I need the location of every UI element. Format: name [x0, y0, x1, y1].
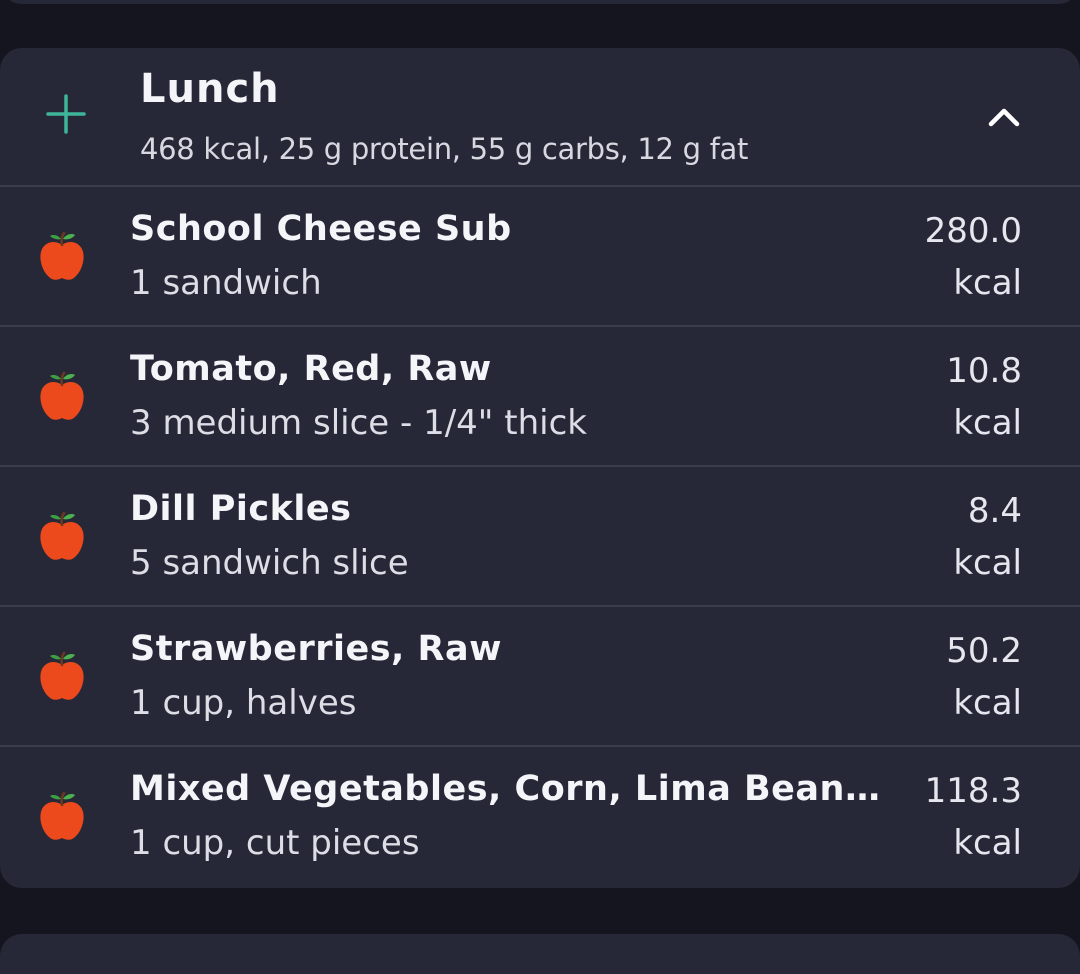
apple-icon — [40, 231, 84, 280]
food-name: School Cheese Sub — [130, 209, 512, 249]
food-serving: 5 sandwich slice — [130, 543, 409, 583]
food-name: Tomato, Red, Raw — [130, 349, 492, 389]
food-name: Dill Pickles — [130, 489, 352, 529]
food-item-row[interactable]: School Cheese Sub 1 sandwich 280.0 kcal — [0, 187, 1080, 327]
apple-icon — [40, 791, 84, 840]
food-name: Mixed Vegetables, Corn, Lima Beans, … — [130, 769, 900, 809]
meal-nutrition-summary: 468 kcal, 25 g protein, 55 g carbs, 12 g… — [140, 132, 749, 166]
meal-header[interactable]: Lunch 468 kcal, 25 g protein, 55 g carbs… — [0, 48, 1080, 187]
food-calorie-unit: kcal — [953, 683, 1022, 723]
food-serving: 1 cup, halves — [130, 683, 357, 723]
chevron-up-icon[interactable] — [984, 102, 1024, 132]
food-item-row[interactable]: Mixed Vegetables, Corn, Lima Beans, … 1 … — [0, 747, 1080, 887]
apple-icon — [40, 511, 84, 560]
apple-icon — [40, 651, 84, 700]
food-calories: 280.0 — [924, 211, 1022, 251]
previous-meal-card — [0, 0, 1080, 4]
next-meal-card — [0, 934, 1080, 974]
food-item-row[interactable]: Dill Pickles 5 sandwich slice 8.4 kcal — [0, 467, 1080, 607]
food-serving: 1 sandwich — [130, 263, 322, 303]
food-calorie-unit: kcal — [953, 263, 1022, 303]
food-calories: 118.3 — [924, 771, 1022, 811]
food-calories: 8.4 — [967, 491, 1022, 531]
apple-icon — [40, 371, 84, 420]
food-item-row[interactable]: Tomato, Red, Raw 3 medium slice - 1/4" t… — [0, 327, 1080, 467]
food-calorie-unit: kcal — [953, 403, 1022, 443]
food-serving: 3 medium slice - 1/4" thick — [130, 403, 587, 443]
food-item-row[interactable]: Strawberries, Raw 1 cup, halves 50.2 kca… — [0, 607, 1080, 747]
food-serving: 1 cup, cut pieces — [130, 823, 420, 863]
food-calorie-unit: kcal — [953, 543, 1022, 583]
food-calories: 50.2 — [946, 631, 1022, 671]
food-calorie-unit: kcal — [953, 823, 1022, 863]
food-list: School Cheese Sub 1 sandwich 280.0 kcal … — [0, 187, 1080, 887]
plus-icon[interactable] — [46, 94, 86, 134]
lunch-meal-card: Lunch 468 kcal, 25 g protein, 55 g carbs… — [0, 48, 1080, 888]
food-name: Strawberries, Raw — [130, 629, 502, 669]
food-calories: 10.8 — [946, 351, 1022, 391]
meal-title: Lunch — [140, 66, 280, 112]
